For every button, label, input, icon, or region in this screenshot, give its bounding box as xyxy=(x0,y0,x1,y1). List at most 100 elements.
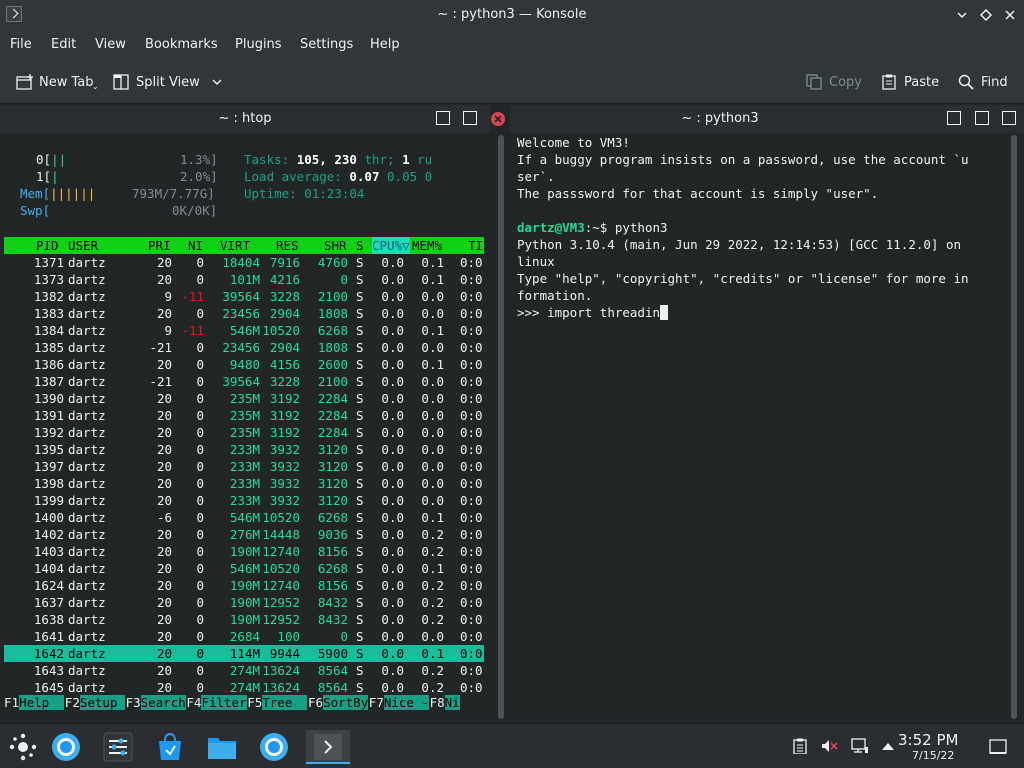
cell-pid: 1641 xyxy=(33,629,64,644)
maximize-icon[interactable] xyxy=(976,5,996,25)
paste-button[interactable]: Paste xyxy=(881,72,939,92)
col-pid[interactable]: PID xyxy=(36,237,59,254)
table-row[interactable]: 1371 dartz 20 0 18404 7916 4760 S 0.0 0.1 0:0 xyxy=(4,254,484,271)
htop-scrollbar[interactable] xyxy=(498,135,504,719)
menu-edit[interactable]: Edit xyxy=(51,37,76,52)
table-row[interactable]: 1382 dartz 9 -11 39564 3228 2100 S 0.0 0.0 0:0 xyxy=(4,288,484,305)
cell-cpu: 0.0 xyxy=(381,272,404,287)
konsole-task-icon[interactable] xyxy=(306,730,350,764)
table-row[interactable]: 1373 dartz 20 0 101M 4216 0 S 0.0 0.1 0:0 xyxy=(4,271,484,288)
table-row[interactable]: 1397 dartz 20 0 233M 3932 3120 S 0.0 0.0 0:0 xyxy=(4,458,484,475)
detach-pane-icon[interactable] xyxy=(463,111,477,125)
network-icon[interactable] xyxy=(851,738,868,754)
table-row[interactable]: 1385 dartz -21 0 23456 2904 1808 S 0.0 0.0 0:0 xyxy=(4,339,484,356)
table-row[interactable]: 1638 dartz 20 0 190M 12952 8432 S 0.0 0.2 0:0 xyxy=(4,611,484,628)
cell-mem: 0.0 xyxy=(421,340,444,355)
python-scrollbar[interactable] xyxy=(1011,135,1017,719)
table-row[interactable]: 1392 dartz 20 0 235M 3192 2284 S 0.0 0.0 0:0 xyxy=(4,424,484,441)
fkey-f1[interactable]: F1Help xyxy=(4,694,65,711)
tray-expand-icon[interactable] xyxy=(880,738,896,754)
col-shr[interactable]: SHR xyxy=(324,237,347,254)
cell-pid: 1398 xyxy=(33,476,64,491)
fkey-f7[interactable]: F7Nice - xyxy=(369,694,430,711)
table-row[interactable]: 1386 dartz 20 0 9480 4156 2600 S 0.0 0.1 0:0 xyxy=(4,356,484,373)
cell-res: 3228 xyxy=(269,374,300,389)
clipboard-icon[interactable] xyxy=(792,738,808,755)
table-row[interactable]: 1404 dartz 20 0 546M 10520 6268 S 0.0 0.1 0:0 xyxy=(4,560,484,577)
minimize-icon[interactable] xyxy=(952,5,972,25)
split-view-button[interactable]: Split View xyxy=(113,72,222,92)
col-cpu[interactable]: CPU%▽ xyxy=(372,237,410,254)
show-desktop-icon[interactable] xyxy=(989,738,1007,756)
copy-button[interactable]: Copy xyxy=(806,72,862,92)
close-pane-icon[interactable] xyxy=(491,112,505,126)
col-pri[interactable]: PRI xyxy=(148,237,171,254)
close-icon[interactable] xyxy=(1000,5,1020,25)
process-table-header[interactable]: PID USER PRI NI VIRT RES SHR S CPU%▽ MEM… xyxy=(4,237,484,254)
fkey-f5[interactable]: F5Tree xyxy=(247,694,308,711)
table-row[interactable]: 1637 dartz 20 0 190M 12952 8432 S 0.0 0.2 0:0 xyxy=(4,594,484,611)
browser-icon[interactable] xyxy=(49,730,83,764)
split-view-dropdown-icon[interactable] xyxy=(212,75,222,90)
table-row[interactable]: 1398 dartz 20 0 233M 3932 3120 S 0.0 0.0 0:0 xyxy=(4,475,484,492)
maximize-pane-icon[interactable] xyxy=(947,111,961,125)
htop-terminal[interactable]: 0[|| 1.3%] 1[| 2.0%] Mem[|||||| 793M/7.7… xyxy=(0,133,490,715)
cell-res: 4156 xyxy=(269,357,300,372)
menu-file[interactable]: File xyxy=(10,37,32,52)
table-row[interactable]: 1400 dartz -6 0 546M 10520 6268 S 0.0 0.1 0:0 xyxy=(4,509,484,526)
fkey-f4[interactable]: F4Filter xyxy=(186,694,247,711)
new-tab-dropdown-icon[interactable]: ⌄ xyxy=(92,82,99,91)
close-pane-icon[interactable] xyxy=(1002,111,1016,125)
fkey-f3[interactable]: F3Search xyxy=(126,694,186,711)
table-row[interactable]: 1641 dartz 20 0 2684 100 0 S 0.0 0.0 0:0 xyxy=(4,628,484,645)
col-virt[interactable]: VIRT xyxy=(220,237,250,254)
col-time[interactable]: TI xyxy=(468,237,483,254)
cell-mem: 0.0 xyxy=(421,306,444,321)
cell-pid: 1404 xyxy=(33,561,64,576)
col-mem[interactable]: MEM% xyxy=(412,237,442,254)
terminal-line: formation. xyxy=(517,288,593,303)
cpu1-meter: 1[| xyxy=(36,169,59,184)
cell-cpu: 0.0 xyxy=(381,425,404,440)
cell-cpu: 0.0 xyxy=(381,527,404,542)
col-ni[interactable]: NI xyxy=(188,237,203,254)
browser-window-icon[interactable] xyxy=(257,730,291,764)
settings-icon[interactable] xyxy=(101,730,135,764)
col-res[interactable]: RES xyxy=(276,237,299,254)
col-user[interactable]: USER xyxy=(68,237,98,254)
python-terminal[interactable]: Welcome to VM3! If a buggy program insist… xyxy=(510,133,1008,715)
file-manager-icon[interactable] xyxy=(205,730,239,764)
menu-view[interactable]: View xyxy=(95,37,126,52)
find-button[interactable]: Find xyxy=(958,72,1008,92)
menu-plugins[interactable]: Plugins xyxy=(235,37,282,52)
table-row[interactable]: 1384 dartz 9 -11 546M 10520 6268 S 0.0 0.1 0:0 xyxy=(4,322,484,339)
software-store-icon[interactable] xyxy=(153,730,187,764)
table-row[interactable]: 1624 dartz 20 0 190M 12740 8156 S 0.0 0.2 0:0 xyxy=(4,577,484,594)
volume-muted-icon[interactable] xyxy=(820,738,838,754)
table-row[interactable]: 1403 dartz 20 0 190M 12740 8156 S 0.0 0.2 0:0 xyxy=(4,543,484,560)
menu-bookmarks[interactable]: Bookmarks xyxy=(145,37,218,52)
clock-date[interactable]: 7/15/22 xyxy=(912,749,954,762)
table-row[interactable]: 1402 dartz 20 0 276M 14448 9036 S 0.0 0.2 0:0 xyxy=(4,526,484,543)
repl-input-line[interactable]: >>> import threadin xyxy=(517,304,668,321)
col-s[interactable]: S xyxy=(356,237,364,254)
table-row[interactable]: 1395 dartz 20 0 233M 3932 3120 S 0.0 0.0 0:0 xyxy=(4,441,484,458)
table-row[interactable]: 1643 dartz 20 0 274M 13624 8564 S 0.0 0.2 0:0 xyxy=(4,662,484,679)
application-launcher-icon[interactable] xyxy=(6,730,40,764)
table-row[interactable]: 1383 dartz 20 0 23456 2904 1808 S 0.0 0.0 0:0 xyxy=(4,305,484,322)
table-row[interactable]: 1387 dartz -21 0 39564 3228 2100 S 0.0 0.0 0:0 xyxy=(4,373,484,390)
clock-time[interactable]: 3:52 PM xyxy=(898,731,958,749)
fkey-f2[interactable]: F2Setup xyxy=(65,694,126,711)
table-row-selected[interactable]: 1642 dartz 20 0 114M 9944 5900 S 0.0 0.1 0:0 xyxy=(4,645,484,662)
new-tab-button[interactable]: New Tab ⌄ xyxy=(16,72,99,92)
table-row[interactable]: 1399 dartz 20 0 233M 3932 3120 S 0.0 0.0 0:0 xyxy=(4,492,484,509)
fkey-f8[interactable]: F8Ni xyxy=(430,694,460,711)
table-row[interactable]: 1390 dartz 20 0 235M 3192 2284 S 0.0 0.0 0:0 xyxy=(4,390,484,407)
fkey-f6[interactable]: F6SortBy xyxy=(308,694,369,711)
maximize-pane-icon[interactable] xyxy=(436,111,450,125)
menu-settings[interactable]: Settings xyxy=(300,37,353,52)
detach-pane-icon[interactable] xyxy=(975,111,989,125)
toolbar: New Tab ⌄ Split View Copy Paste Find xyxy=(0,60,1024,104)
menu-help[interactable]: Help xyxy=(370,37,400,52)
table-row[interactable]: 1391 dartz 20 0 235M 3192 2284 S 0.0 0.0 0:0 xyxy=(4,407,484,424)
